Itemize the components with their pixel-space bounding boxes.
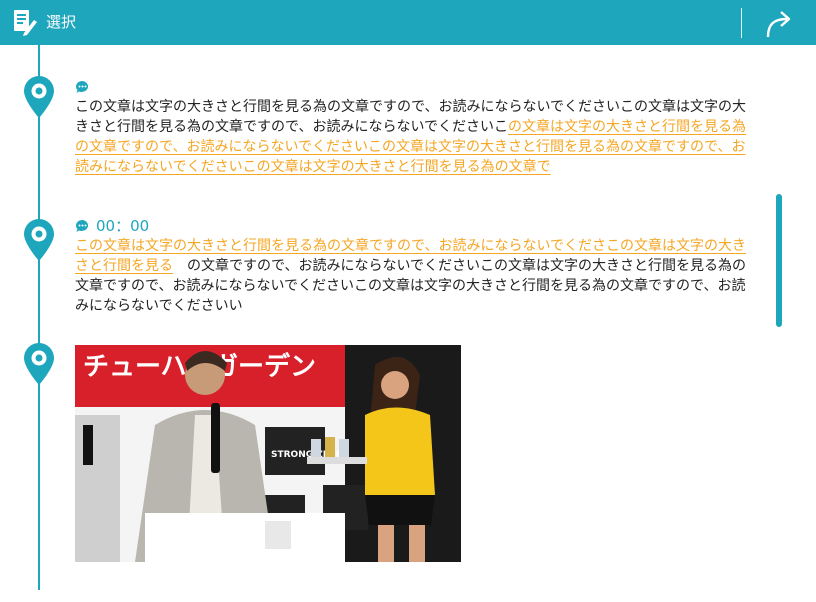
timeline-entry: 00：00 この文章は文字の大きさと行間を見る為の文章ですので、お読みにならない… bbox=[75, 216, 757, 316]
scrollbar-thumb[interactable] bbox=[776, 194, 782, 327]
header-bar: 選択 bbox=[0, 0, 816, 45]
entry-text: この文章は文字の大きさと行間を見る為の文章ですので、お読みにならないでくださいこ… bbox=[75, 97, 757, 177]
entry-text-plain: の文章ですので、お読みにならないでくださいこの文章は文字の大きさと行間を見る為の… bbox=[75, 258, 747, 314]
chat-bubble-icon[interactable] bbox=[75, 80, 90, 94]
share-button[interactable] bbox=[760, 6, 798, 40]
timestamp: 00：00 bbox=[96, 217, 150, 235]
chat-bubble-icon[interactable] bbox=[75, 219, 90, 233]
entry-photo[interactable]: チューハイガーデン STRONG ZERO bbox=[75, 345, 461, 562]
location-pin-icon[interactable] bbox=[22, 342, 56, 386]
page-title: 選択 bbox=[46, 13, 77, 31]
share-arrow-icon bbox=[766, 11, 791, 38]
document-edit-icon[interactable] bbox=[12, 8, 38, 36]
header-divider bbox=[741, 8, 742, 38]
entry-text: この文章は文字の大きさと行間を見る為の文章ですので、お読みにならないでくださこの… bbox=[75, 236, 757, 316]
location-pin-icon[interactable] bbox=[22, 75, 56, 119]
timeline-entry: この文章は文字の大きさと行間を見る為の文章ですので、お読みにならないでくださいこ… bbox=[75, 77, 757, 177]
timeline-line bbox=[38, 45, 40, 590]
location-pin-icon[interactable] bbox=[22, 218, 56, 262]
